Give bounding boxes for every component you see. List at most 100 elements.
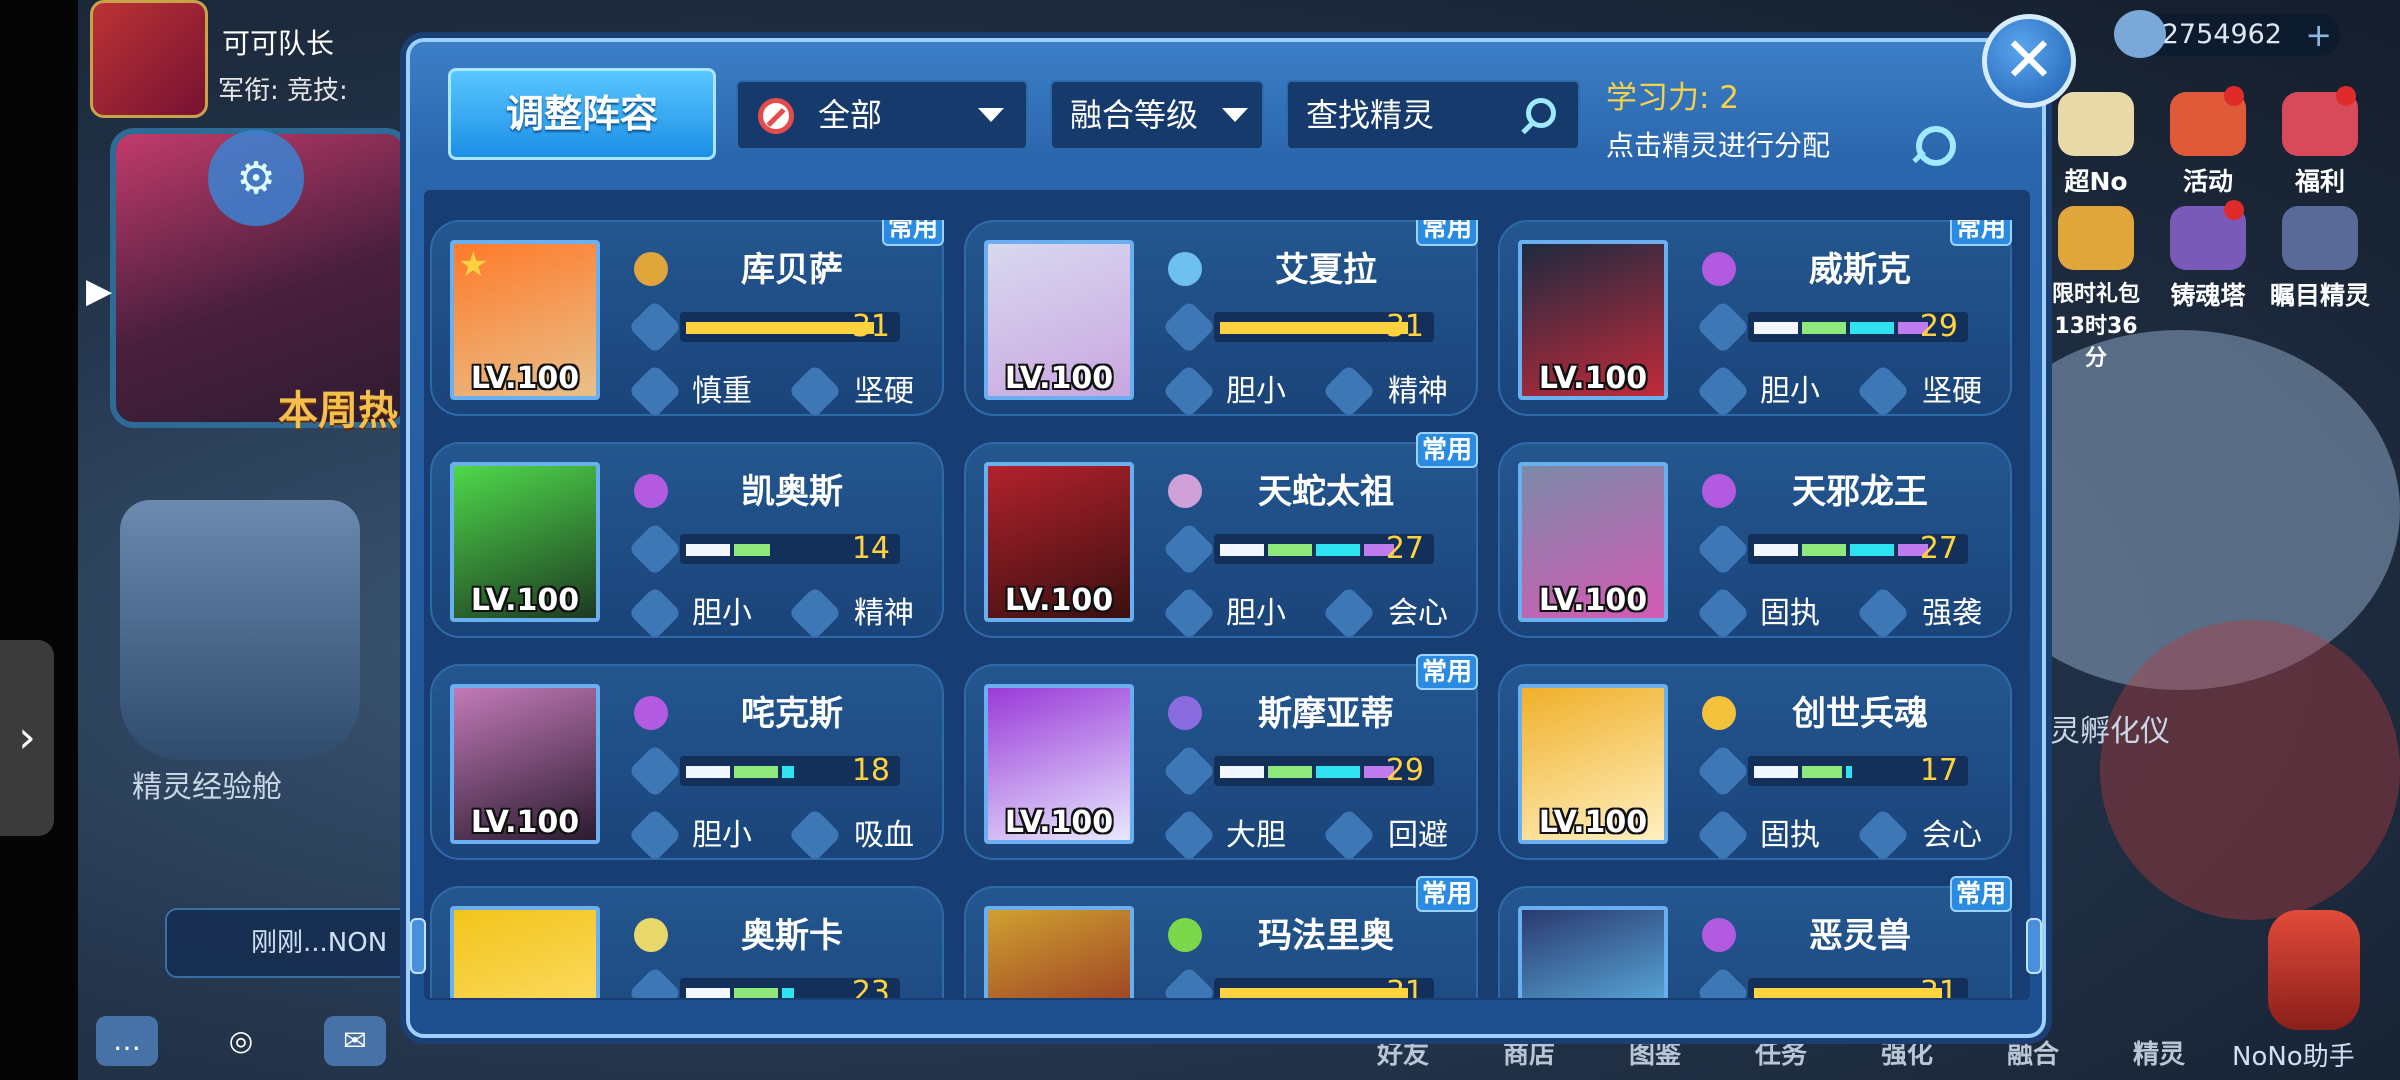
stats-icon — [628, 744, 682, 798]
pet-nature: 胆小 — [692, 596, 752, 631]
bar-segment — [734, 766, 778, 778]
play-icon[interactable]: ▶ — [86, 268, 120, 314]
nono-helper-button[interactable]: NoNo助手 — [2232, 1036, 2355, 1073]
pet-portrait[interactable]: LV.100 — [450, 906, 600, 998]
nav-codex[interactable]: 图鉴 — [1592, 1034, 1718, 1071]
adjust-lineup-button[interactable]: 调整阵容 — [448, 68, 716, 160]
menu-activity[interactable]: 活动 — [2158, 86, 2258, 198]
eye-icon[interactable]: ◎ — [210, 1016, 272, 1066]
pet-trait: 会心 — [1388, 596, 1448, 631]
menu-limited-pack[interactable]: 限时礼包 13时36分 — [2046, 206, 2146, 372]
pet-portrait[interactable]: LV.100 — [1518, 240, 1668, 400]
nav-tasks[interactable]: 任务 — [1718, 1034, 1844, 1071]
nav-enhance[interactable]: 强化 — [1844, 1034, 1970, 1071]
menu-welfare[interactable]: 福利 — [2270, 86, 2370, 198]
pet-card[interactable]: 常用 LV.100 斯摩亚蒂 29 大胆 回避 — [964, 654, 1478, 862]
search-icon[interactable] — [1526, 98, 1556, 128]
pet-card[interactable]: 常用 LV.100 恶灵兽 31 — [1498, 876, 2012, 998]
learning-bar: 23 — [680, 978, 900, 998]
pet-portrait[interactable]: LV.100 — [984, 684, 1134, 844]
pet-portrait[interactable]: ★ LV.100 — [450, 240, 600, 400]
pet-portrait[interactable]: LV.100 — [984, 906, 1134, 998]
pet-level: LV.100 — [1538, 583, 1648, 618]
element-type-icon — [1702, 696, 1736, 730]
menu-label: 铸魂塔 — [2170, 281, 2246, 310]
pet-name: 库贝萨 — [741, 250, 843, 290]
currency-coins: 12754962 + — [2114, 10, 2340, 58]
pet-level: LV.100 — [1538, 805, 1648, 840]
nature-icon — [628, 808, 682, 862]
pet-portrait[interactable]: LV.100 — [1518, 462, 1668, 622]
pet-card[interactable]: LV.100 创世兵魂 17 固执 会心 — [1498, 664, 2012, 862]
mail-icon[interactable]: ✉ — [324, 1016, 386, 1066]
chat-bubble[interactable]: 刚刚...NON — [165, 908, 415, 978]
inspect-button[interactable] — [1916, 126, 1956, 166]
fusion-level-dropdown[interactable]: 融合等级 — [1050, 80, 1264, 150]
nature-icon — [1162, 364, 1216, 418]
pet-card[interactable]: LV.100 天邪龙王 27 固执 强袭 — [1498, 442, 2012, 640]
pet-portrait[interactable]: LV.100 — [984, 462, 1134, 622]
side-drawer-tab[interactable]: › — [0, 640, 54, 836]
pet-portrait[interactable]: LV.100 — [1518, 684, 1668, 844]
pet-card[interactable]: 常用 LV.100 玛法里奥 31 — [964, 876, 1478, 998]
nono-robot[interactable] — [2268, 910, 2360, 1030]
pack-icon — [2058, 206, 2134, 270]
chevron-down-icon — [978, 108, 1004, 122]
pet-card[interactable]: LV.100 咤克斯 18 胆小 吸血 — [430, 664, 944, 862]
menu-spotlight-pet[interactable]: 瞩目精灵 — [2270, 206, 2370, 312]
pet-nature: 胆小 — [692, 818, 752, 853]
exp-capsule[interactable] — [120, 500, 360, 760]
pet-portrait[interactable]: LV.100 — [450, 684, 600, 844]
bar-segment — [1268, 544, 1312, 556]
chat-icon[interactable]: … — [96, 1016, 158, 1066]
learning-value: 31 — [851, 309, 890, 344]
nature-icon — [1696, 364, 1750, 418]
bar-segment — [686, 322, 874, 334]
stats-icon — [1696, 300, 1750, 354]
menu-super-nono[interactable]: 超No — [2046, 92, 2146, 198]
player-avatar[interactable] — [90, 0, 208, 118]
settings-button[interactable]: ⚙ — [208, 130, 304, 226]
learning-value: 27 — [1919, 531, 1958, 566]
nav-fusion[interactable]: 融合 — [1970, 1034, 2096, 1071]
pet-nature: 慎重 — [692, 374, 752, 409]
common-badge: 常用 — [1416, 876, 1478, 912]
pet-portrait[interactable]: LV.100 — [1518, 906, 1668, 998]
trait-icon — [1856, 586, 1910, 640]
menu-soul-tower[interactable]: 铸魂塔 — [2158, 200, 2258, 312]
nav-pets[interactable]: 精灵 — [2096, 1034, 2222, 1071]
pet-card[interactable]: 常用 LV.100 艾夏拉 31 胆小 精神 — [964, 220, 1478, 418]
pet-card[interactable]: 常用 LV.100 威斯克 29 胆小 坚硬 — [1498, 220, 2012, 418]
learning-value: 27 — [1385, 531, 1424, 566]
learning-bar: 31 — [1748, 978, 1968, 998]
bar-segment — [1850, 544, 1894, 556]
learning-bar: 14 — [680, 534, 900, 564]
pet-nature: 固执 — [1760, 596, 1820, 631]
learning-bar: 18 — [680, 756, 900, 786]
close-button[interactable]: ✕ — [1982, 14, 2076, 108]
pet-search-input[interactable]: 查找精灵 — [1286, 80, 1580, 150]
pet-trait: 吸血 — [854, 818, 914, 853]
stats-icon — [628, 300, 682, 354]
pet-name: 咤克斯 — [741, 694, 843, 734]
bottom-left-toolbar: … ◎ ✉ — [96, 1016, 386, 1066]
attribute-filter-dropdown[interactable]: 全部 — [736, 80, 1028, 150]
pet-portrait[interactable]: LV.100 — [450, 462, 600, 622]
stats-icon — [628, 966, 682, 998]
scroll-left-handle[interactable] — [410, 918, 426, 974]
nav-friends[interactable]: 好友 — [1340, 1034, 1466, 1071]
pet-card[interactable]: 常用 ★ LV.100 库贝萨 31 慎重 坚硬 — [430, 220, 944, 418]
nav-shop[interactable]: 商店 — [1466, 1034, 1592, 1071]
pet-name: 创世兵魂 — [1792, 694, 1928, 734]
stats-icon — [1696, 522, 1750, 576]
add-currency-button[interactable]: + — [2305, 14, 2332, 56]
element-type-icon — [634, 918, 668, 952]
bar-segment — [1850, 322, 1894, 334]
gear-icon: ⚙ — [236, 152, 276, 204]
pet-portrait[interactable]: LV.100 — [984, 240, 1134, 400]
pet-card[interactable]: LV.100 凯奥斯 14 胆小 精神 — [430, 442, 944, 640]
chevron-down-icon — [1222, 108, 1248, 122]
pet-card[interactable]: 常用 LV.100 天蛇太祖 27 胆小 会心 — [964, 432, 1478, 640]
bar-segment — [1802, 766, 1842, 778]
pet-card[interactable]: LV.100 奥斯卡 23 — [430, 886, 944, 998]
